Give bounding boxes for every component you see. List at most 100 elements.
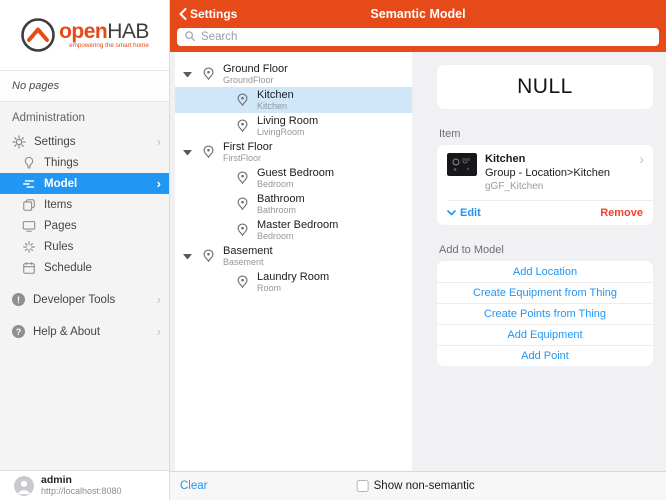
create-equipment-from-thing-button[interactable]: Create Equipment from Thing: [437, 282, 653, 303]
add-point-button[interactable]: Add Point: [437, 345, 653, 366]
tree-node-label: Ground Floor: [223, 63, 288, 76]
expand-triangle-icon[interactable]: [183, 72, 192, 77]
create-points-from-thing-button[interactable]: Create Points from Thing: [437, 303, 653, 324]
show-non-semantic-checkbox[interactable]: [357, 480, 369, 492]
user-account-area[interactable]: admin http://localhost:8080: [0, 470, 169, 500]
sidebar-item-label: Model: [44, 178, 157, 190]
location-pin-icon: [201, 248, 216, 265]
person-icon: [14, 476, 34, 496]
tree-node-sublabel: Bathroom: [257, 205, 305, 215]
tree-node-label: Master Bedroom: [257, 219, 338, 232]
location-pin-icon: [235, 222, 250, 239]
tree-node-laundry-room[interactable]: Laundry Room Room: [175, 269, 412, 295]
search-input[interactable]: [177, 28, 659, 46]
chevron-right-icon: ›: [639, 152, 644, 166]
sidebar-item-label: Schedule: [44, 262, 161, 274]
location-pin-icon: [235, 118, 250, 135]
back-button[interactable]: Settings: [170, 7, 237, 21]
bottom-toolbar: Clear Show non-semantic: [170, 471, 666, 500]
sidebar-item-model[interactable]: Model ›: [0, 173, 169, 194]
add-to-model-card: Add Location Create Equipment from Thing…: [437, 261, 653, 366]
back-button-label: Settings: [190, 7, 237, 21]
tree-node-living-room[interactable]: Living Room LivingRoom: [175, 113, 412, 139]
top-navbar: Settings Semantic Model: [170, 0, 666, 52]
sidebar-item-settings[interactable]: Settings ›: [0, 131, 169, 152]
tree-node-sublabel: Room: [257, 283, 329, 293]
logo-tagline: empowering the smart home: [59, 43, 149, 49]
openhab-logo-icon: [20, 17, 56, 53]
main-area: Settings Semantic Model Ground Floor Gro…: [170, 0, 666, 500]
item-summary-row[interactable]: Kitchen Group - Location>Kitchen gGF_Kit…: [437, 145, 653, 200]
content-area: Ground Floor GroundFloor Kitchen Kitchen…: [170, 52, 666, 471]
edit-button[interactable]: Edit: [447, 207, 481, 219]
location-pin-icon: [201, 66, 216, 83]
item-section-header: Item: [439, 128, 653, 140]
sidebar-item-label: Rules: [44, 241, 161, 253]
tree-node-sublabel: GroundFloor: [223, 75, 288, 85]
location-pin-icon: [235, 170, 250, 187]
sidebar-item-help-about[interactable]: ? Help & About ›: [0, 321, 169, 342]
item-state-card: NULL: [437, 65, 653, 109]
tree-node-label: Guest Bedroom: [257, 167, 334, 180]
chevron-right-icon: ›: [157, 177, 161, 190]
logo-area: openHAB empowering the smart home: [0, 0, 169, 70]
location-pin-icon: [201, 144, 216, 161]
sidebar-item-label: Pages: [44, 220, 161, 232]
expand-triangle-icon[interactable]: [183, 254, 192, 259]
sidebar-item-schedule[interactable]: Schedule: [0, 257, 169, 278]
chevron-right-icon: ›: [157, 135, 161, 148]
sidebar-item-label: Help & About: [33, 326, 157, 338]
sidebar-menu: Administration Settings › Things Model ›…: [0, 102, 169, 470]
model-tree-icon: [22, 177, 36, 191]
show-non-semantic-label: Show non-semantic: [374, 480, 475, 492]
menu-section-header: Administration: [0, 112, 169, 131]
item-card: Kitchen Group - Location>Kitchen gGF_Kit…: [437, 145, 653, 225]
logo-open-text: open: [59, 20, 107, 43]
tree-node-kitchen[interactable]: Kitchen Kitchen: [175, 87, 412, 113]
sidebar-item-pages[interactable]: Pages: [0, 215, 169, 236]
tree-node-label: Laundry Room: [257, 271, 329, 284]
sidebar-item-rules[interactable]: Rules: [0, 236, 169, 257]
item-thumbnail: [447, 153, 477, 176]
semantic-model-tree: Ground Floor GroundFloor Kitchen Kitchen…: [175, 52, 412, 471]
expand-triangle-icon[interactable]: [183, 150, 192, 155]
tree-node-ground-floor[interactable]: Ground Floor GroundFloor: [175, 61, 412, 87]
sidebar: openHAB empowering the smart home No pag…: [0, 0, 170, 500]
tree-node-sublabel: Bedroom: [257, 231, 338, 241]
tree-node-first-floor[interactable]: First Floor FirstFloor: [175, 139, 412, 165]
exclamation-circle-icon: !: [12, 293, 25, 306]
show-non-semantic-toggle[interactable]: Show non-semantic: [357, 480, 475, 492]
item-name: Kitchen: [485, 153, 610, 167]
sidebar-item-label: Developer Tools: [33, 294, 157, 306]
page-title: Semantic Model: [170, 7, 666, 21]
cooktop-image: [447, 153, 477, 176]
details-panel: NULL Item Kitchen Group - Location>Kitch…: [412, 52, 666, 471]
sidebar-item-developer-tools[interactable]: ! Developer Tools ›: [0, 289, 169, 310]
tree-node-basement[interactable]: Basement Basement: [175, 243, 412, 269]
add-location-button[interactable]: Add Location: [437, 261, 653, 282]
tree-node-master-bedroom[interactable]: Master Bedroom Bedroom: [175, 217, 412, 243]
sidebar-item-items[interactable]: Items: [0, 194, 169, 215]
tree-node-bathroom[interactable]: Bathroom Bathroom: [175, 191, 412, 217]
avatar: [14, 476, 34, 496]
copy-icon: [22, 198, 36, 212]
sidebar-item-things[interactable]: Things: [0, 152, 169, 173]
lightbulb-icon: [22, 156, 36, 170]
sidebar-item-label: Items: [44, 199, 161, 211]
tree-node-label: First Floor: [223, 141, 273, 154]
gear-icon: [12, 135, 26, 149]
item-id: gGF_Kitchen: [485, 181, 610, 194]
location-pin-icon: [235, 92, 250, 109]
question-circle-icon: ?: [12, 325, 25, 338]
tree-node-sublabel: LivingRoom: [257, 127, 318, 137]
tree-node-guest-bedroom[interactable]: Guest Bedroom Bedroom: [175, 165, 412, 191]
add-equipment-button[interactable]: Add Equipment: [437, 324, 653, 345]
search-icon: [184, 30, 196, 42]
server-url: http://localhost:8080: [41, 487, 122, 497]
remove-button[interactable]: Remove: [600, 207, 643, 219]
location-pin-icon: [235, 274, 250, 291]
no-pages-notice: No pages: [0, 70, 169, 102]
username: admin: [41, 474, 122, 487]
clear-button[interactable]: Clear: [170, 480, 207, 492]
tree-node-sublabel: Basement: [223, 257, 273, 267]
